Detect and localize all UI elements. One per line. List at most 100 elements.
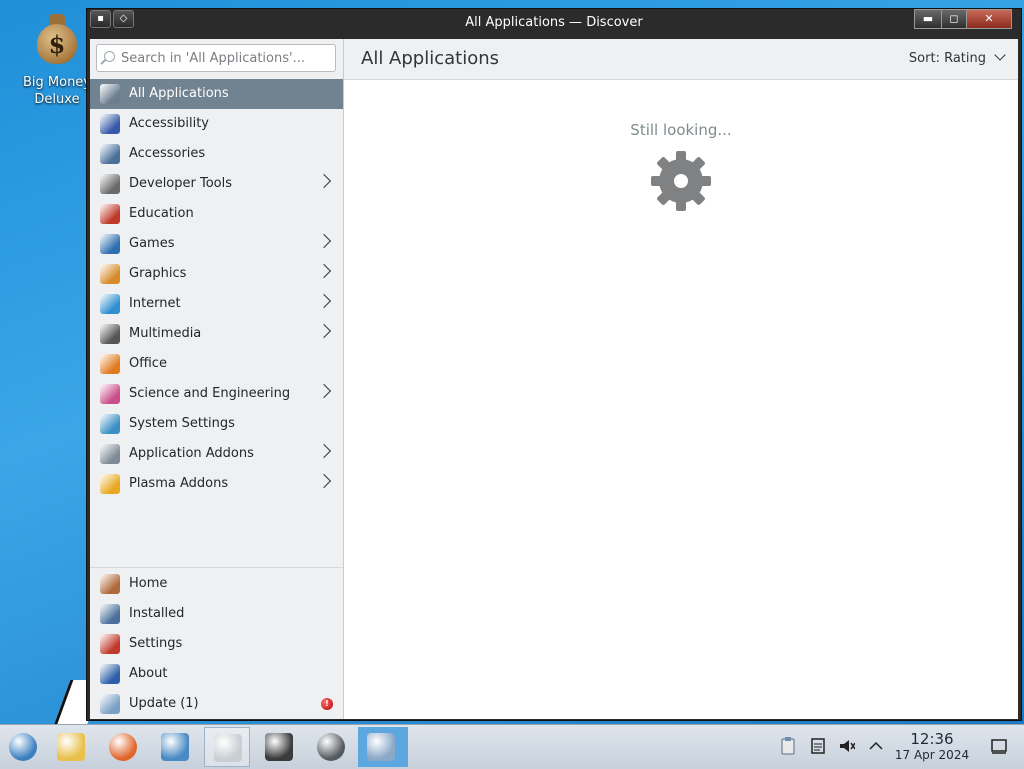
sidebar-item-update-1[interactable]: Update (1)! [90,689,343,719]
search-field[interactable] [96,44,336,72]
minimize-button[interactable]: ▬ [914,9,942,29]
sort-label: Sort: Rating [908,51,986,66]
sidebar-item-label: Games [129,236,175,251]
office-icon [100,354,120,374]
settings-icon [100,634,120,654]
sidebar-item-internet[interactable]: Internet [90,289,343,319]
taskbar-item[interactable] [0,727,46,767]
chevron-right-icon[interactable] [316,383,332,399]
system-settings-icon [100,414,120,434]
sidebar-item-science-and-engineering[interactable]: Science and Engineering [90,379,343,409]
sidebar-item-label: Multimedia [129,326,202,341]
sidebar: All Applications Accessibility Accessories… [90,39,344,719]
sidebar-item-label: Accessibility [129,116,209,131]
clipboard-tray-icon[interactable] [780,737,796,755]
taskbar-item[interactable] [100,727,146,767]
sidebar-item-label: Update (1) [129,696,199,711]
window-client: All Applications Accessibility Accessories… [90,39,1018,719]
search-icon [104,51,115,62]
money-bag-icon: $ [33,12,81,64]
firefox-icon [109,733,137,761]
x-app-icon [214,734,242,762]
control-panel-icon [161,733,189,761]
sidebar-item-multimedia[interactable]: Multimedia [90,319,343,349]
sidebar-item-games[interactable]: Games [90,229,343,259]
developer-tools-icon [100,174,120,194]
sidebar-item-label: Installed [129,606,185,621]
show-desktop-icon[interactable] [990,737,1008,755]
desktop-icon-big-money-deluxe[interactable]: $ Big Money Deluxe [18,12,96,108]
application-addons-icon [100,444,120,464]
taskbar-item[interactable] [48,727,94,767]
desktop-icon-label: Big Money Deluxe [22,75,91,107]
maximize-button[interactable]: ◻ [941,9,967,29]
science-icon [100,384,120,404]
taskbar-item[interactable] [358,727,408,767]
safari-compass-icon [317,733,345,761]
sidebar-item-installed[interactable]: Installed [90,599,343,629]
sidebar-divider [90,567,343,568]
graphics-icon [100,264,120,284]
about-icon [100,664,120,684]
sidebar-item-all-applications[interactable]: All Applications [90,79,343,109]
sidebar-item-accessories[interactable]: Accessories [90,139,343,169]
sidebar-item-developer-tools[interactable]: Developer Tools [90,169,343,199]
sidebar-item-label: About [129,666,168,681]
sidebar-item-label: Education [129,206,194,221]
main-content: All Applications Sort: Rating Still look… [344,39,1018,719]
start-orb-icon [9,733,37,761]
gear-spinner-icon [651,151,711,211]
chevron-right-icon[interactable] [316,293,332,309]
chevron-right-icon[interactable] [316,473,332,489]
sidebar-item-education[interactable]: Education [90,199,343,229]
loading-text: Still looking... [630,121,732,139]
sidebar-item-office[interactable]: Office [90,349,343,379]
sidebar-item-home[interactable]: Home [90,569,343,599]
sidebar-item-label: Internet [129,296,181,311]
page-title: All Applications [361,48,499,69]
sidebar-item-settings[interactable]: Settings [90,629,343,659]
sidebar-item-label: Plasma Addons [129,476,229,491]
home-icon [100,574,120,594]
games-icon [100,234,120,254]
chevron-up-icon[interactable] [868,737,884,755]
taskbar-item[interactable] [308,727,354,767]
sidebar-item-system-settings[interactable]: System Settings [90,409,343,439]
sidebar-item-application-addons[interactable]: Application Addons [90,439,343,469]
taskbar-item[interactable] [152,727,198,767]
discover-window: ▪ ◇ All Applications — Discover ▬ ◻ ✕ Al… [86,8,1022,721]
search-input[interactable] [121,49,326,67]
clock-time: 12:36 [910,730,954,748]
taskbar-item[interactable] [204,727,250,767]
sidebar-item-about[interactable]: About [90,659,343,689]
chevron-right-icon[interactable] [316,173,332,189]
accessories-icon [100,144,120,164]
taskbar-item[interactable] [256,727,302,767]
chevron-right-icon[interactable] [316,443,332,459]
grid-apps-icon [100,84,120,104]
sort-dropdown[interactable]: Sort: Rating [908,49,1006,66]
discover-icon [367,733,395,761]
sidebar-item-accessibility[interactable]: Accessibility [90,109,343,139]
sidebar-item-label: Developer Tools [129,176,233,191]
chevron-right-icon[interactable] [316,233,332,249]
notes-tray-icon[interactable] [810,737,826,755]
sidebar-item-graphics[interactable]: Graphics [90,259,343,289]
sidebar-item-label: All Applications [129,86,229,101]
education-icon [100,204,120,224]
window-switcher-icon [265,733,293,761]
plasma-addons-icon [100,474,120,494]
sidebar-item-label: System Settings [129,416,235,431]
window-title: All Applications — Discover [465,15,643,30]
installed-icon [100,604,120,624]
clock[interactable]: 12:36 17 Apr 2024 [884,731,980,763]
volume-muted-icon[interactable] [839,737,855,755]
sidebar-item-plasma-addons[interactable]: Plasma Addons [90,469,343,499]
sidebar-item-label: Application Addons [129,446,254,461]
close-button[interactable]: ✕ [966,9,1012,29]
chevron-right-icon[interactable] [316,263,332,279]
clock-date: 17 Apr 2024 [894,748,970,762]
chevron-right-icon[interactable] [316,323,332,339]
multimedia-icon [100,324,120,344]
title-bar[interactable]: ▪ ◇ All Applications — Discover ▬ ◻ ✕ [87,9,1021,37]
